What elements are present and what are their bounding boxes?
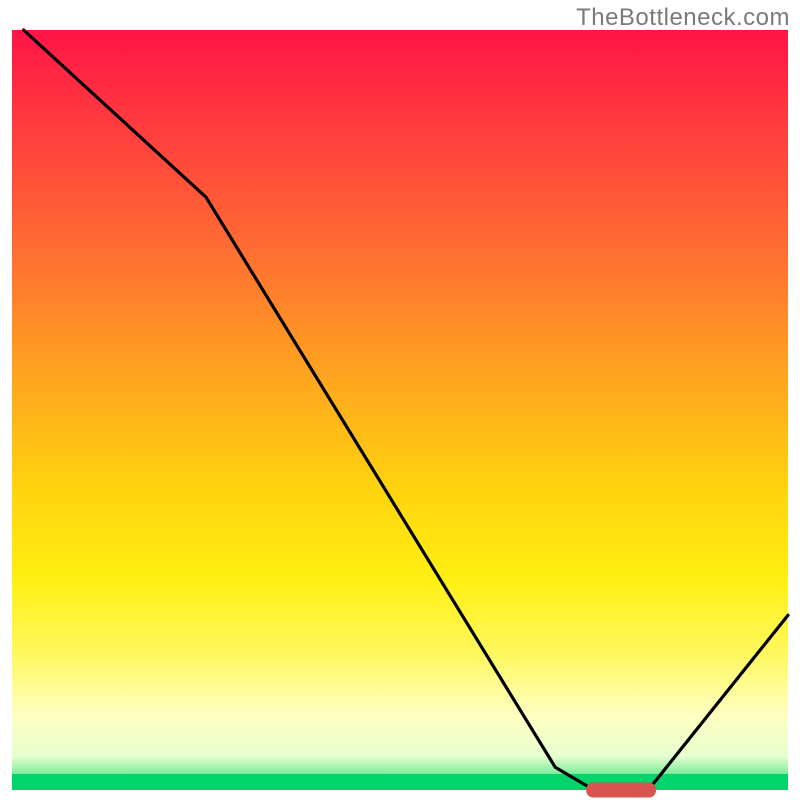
- chart-svg: [0, 0, 800, 800]
- green-baseline-band: [12, 774, 788, 790]
- gradient-background: [12, 30, 788, 790]
- watermark-label: TheBottleneck.com: [576, 4, 790, 32]
- chart-stage: TheBottleneck.com: [0, 0, 800, 800]
- optimum-marker: [586, 783, 656, 798]
